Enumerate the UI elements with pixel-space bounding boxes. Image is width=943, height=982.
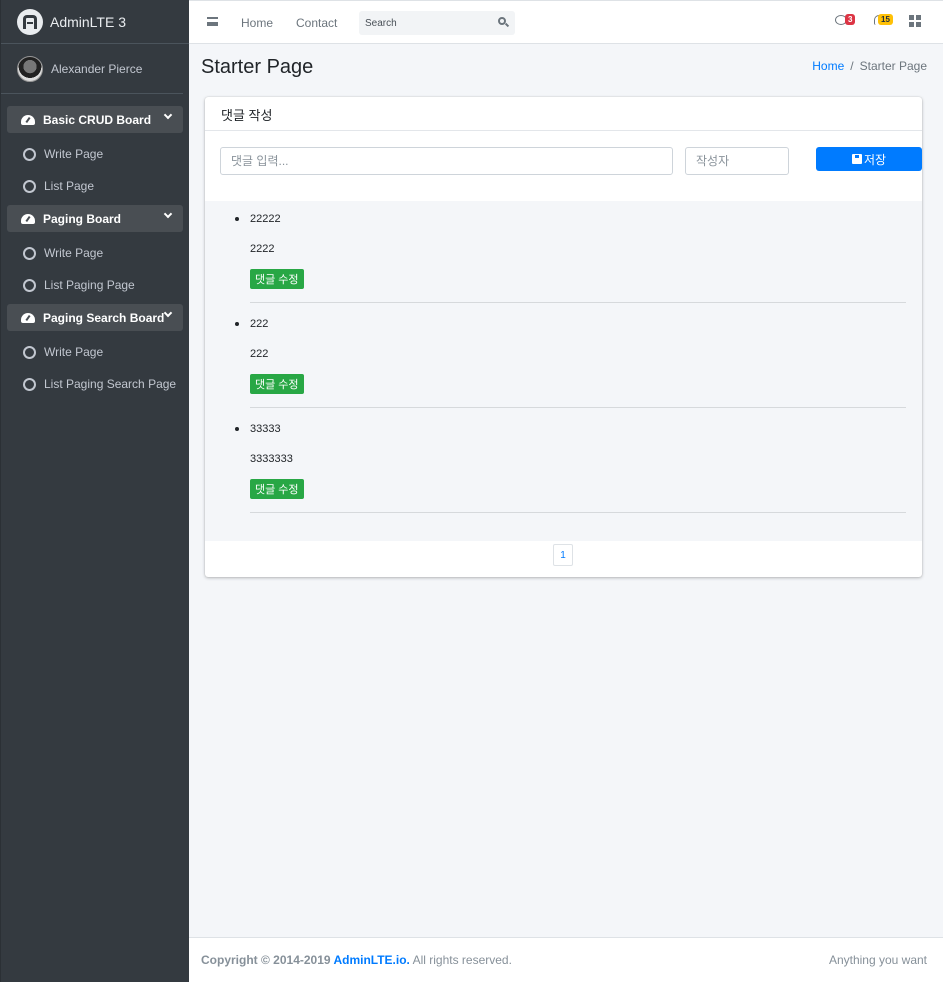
circle-icon [23, 278, 36, 292]
edit-reply-button[interactable]: 댓글 수정 [250, 269, 304, 289]
sidebar-item-label: Write Page [44, 147, 104, 161]
sidebar-item-list-page[interactable]: List Page [7, 170, 183, 202]
reply-text: 222 [250, 348, 269, 360]
circle-icon [23, 377, 36, 391]
writer-input[interactable] [685, 147, 789, 175]
pagination-page-1[interactable]: 1 [553, 544, 573, 566]
sidebar-nav: Basic CRUD Board Write Page List Page Pa… [1, 94, 189, 400]
reply-text: 3333333 [250, 453, 293, 465]
list-item: 22222 2222 댓글 수정 [235, 213, 906, 303]
hamburger-menu-icon[interactable] [207, 17, 218, 26]
footer-right-text: Anything you want [828, 953, 927, 967]
main-sidebar: AdminLTE 3 Alexander Pierce Basic CRUD B… [0, 0, 189, 982]
save-button-label: 저장 [863, 152, 887, 167]
bullet-icon [235, 322, 239, 326]
circle-icon [23, 147, 36, 161]
main-header: Home Contact 3 15 [189, 0, 943, 44]
control-sidebar-toggle[interactable] [909, 15, 921, 27]
circle-icon [23, 179, 36, 193]
sidebar-item-write-page[interactable]: Write Page [7, 336, 183, 368]
chevron-down-icon [163, 110, 173, 120]
user-panel[interactable]: Alexander Pierce [1, 44, 183, 94]
nav-link-home[interactable]: Home [241, 16, 273, 30]
card-title: 댓글 작성 [205, 97, 922, 131]
breadcrumb-home[interactable]: Home [812, 59, 844, 73]
nav-link-contact[interactable]: Contact [296, 16, 337, 30]
sidebar-item-label: Write Page [44, 246, 104, 260]
adminlte-logo-icon [17, 8, 43, 35]
bullet-icon [235, 217, 239, 221]
avatar [17, 55, 43, 82]
chevron-down-icon [163, 209, 173, 219]
breadcrumb: Home / Starter Page [812, 59, 927, 73]
bullet-icon [235, 427, 239, 431]
sidebar-section-basic-crud[interactable]: Basic CRUD Board [7, 106, 183, 133]
reply-title: 22222 [250, 213, 281, 225]
tachometer-icon [21, 213, 35, 224]
sidebar-item-write-page[interactable]: Write Page [7, 237, 183, 269]
th-large-icon [909, 15, 921, 27]
sidebar-item-label: List Paging Search Page [44, 377, 177, 391]
sidebar-item-list-paging-search-page[interactable]: List Paging Search Page [7, 368, 183, 400]
sidebar-section-label: Basic CRUD Board [43, 112, 152, 127]
sidebar-item-label: List Paging Page [44, 278, 135, 292]
notifications-dropdown[interactable]: 15 [874, 14, 893, 25]
adminlte-link[interactable]: AdminLTE.io. [333, 953, 409, 967]
copyright-text: Copyright © 2014-2019 AdminLTE.io. All r… [201, 953, 512, 967]
save-button[interactable]: 저장 [816, 147, 922, 171]
sidebar-section-paging[interactable]: Paging Board [7, 205, 183, 232]
sidebar-item-list-paging-page[interactable]: List Paging Page [7, 269, 183, 301]
breadcrumb-separator: / [850, 59, 854, 73]
reply-text: 2222 [250, 243, 275, 255]
chevron-down-icon [163, 308, 173, 318]
copyright-suffix: All rights reserved. [409, 953, 512, 967]
messages-badge: 3 [845, 14, 856, 25]
reply-title: 222 [250, 318, 269, 330]
notifications-badge: 15 [878, 14, 893, 25]
sidebar-section-paging-search[interactable]: Paging Search Board [7, 304, 183, 331]
copyright-prefix: Copyright © 2014-2019 [201, 953, 334, 967]
main-footer: Copyright © 2014-2019 AdminLTE.io. All r… [189, 937, 943, 982]
list-item: 33333 3333333 댓글 수정 [235, 423, 906, 513]
brand-link[interactable]: AdminLTE 3 [1, 0, 189, 44]
search-icon[interactable] [498, 17, 510, 28]
circle-icon [23, 246, 36, 260]
sidebar-item-label: Write Page [44, 345, 104, 359]
sidebar-item-label: List Page [44, 179, 95, 193]
messages-dropdown[interactable]: 3 [835, 14, 856, 25]
user-name[interactable]: Alexander Pierce [51, 62, 142, 76]
reply-list: 22222 2222 댓글 수정 222 222 댓글 수정 33333 333… [205, 201, 922, 541]
comment-input[interactable] [220, 147, 673, 175]
sidebar-section-label: Paging Board [43, 211, 122, 226]
edit-reply-button[interactable]: 댓글 수정 [250, 374, 304, 394]
save-icon [851, 154, 862, 164]
page-title: Starter Page [201, 56, 314, 78]
tachometer-icon [21, 312, 35, 323]
reply-card: 댓글 작성 저장 22222 2222 댓글 수정 222 222 댓글 수정 … [205, 97, 922, 577]
breadcrumb-current: Starter Page [859, 59, 927, 73]
circle-icon [23, 345, 36, 359]
list-item: 222 222 댓글 수정 [235, 318, 906, 408]
edit-reply-button[interactable]: 댓글 수정 [250, 479, 304, 499]
reply-form: 저장 [220, 147, 922, 175]
sidebar-section-label: Paging Search Board [43, 310, 165, 325]
reply-title: 33333 [250, 423, 281, 435]
search-input[interactable] [359, 11, 489, 35]
tachometer-icon [21, 114, 35, 125]
brand-text: AdminLTE 3 [50, 13, 126, 30]
sidebar-item-write-page[interactable]: Write Page [7, 138, 183, 170]
navbar-search [359, 11, 515, 35]
